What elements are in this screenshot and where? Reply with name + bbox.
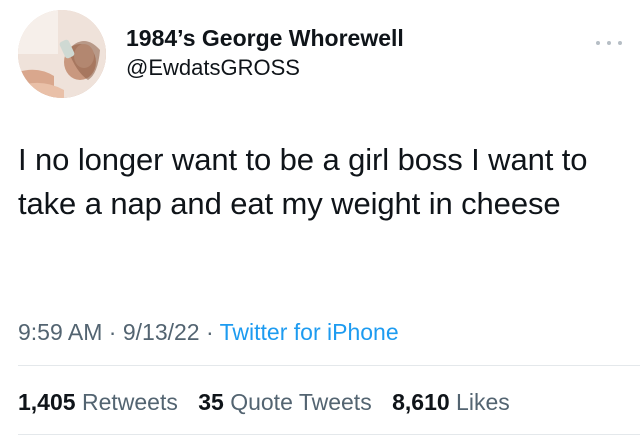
retweets-label: Retweets: [81, 389, 178, 415]
retweets-stat[interactable]: 1,405 Retweets: [18, 388, 178, 416]
tweet-time[interactable]: 9:59 AM: [18, 319, 102, 345]
likes-stat[interactable]: 8,610 Likes: [392, 388, 510, 416]
meta-separator: ·: [108, 319, 117, 345]
retweets-count: 1,405: [18, 389, 76, 415]
likes-count: 8,610: [392, 389, 450, 415]
divider: [18, 434, 640, 435]
divider: [18, 365, 640, 366]
more-dot: [596, 41, 600, 45]
tweet-date[interactable]: 9/13/22: [123, 319, 200, 345]
display-name[interactable]: 1984’s George Whorewell: [126, 24, 404, 52]
user-handle[interactable]: @EwdatsGROSS: [126, 54, 404, 82]
tweet-text: I no longer want to be a girl boss I wan…: [18, 142, 588, 221]
tweet-card: 1984’s George Whorewell @EwdatsGROSS I n…: [0, 0, 640, 437]
likes-label: Likes: [456, 389, 510, 415]
engagement-stats: 1,405 Retweets 35 Quote Tweets 8,610 Lik…: [18, 388, 524, 416]
author-block: 1984’s George Whorewell @EwdatsGROSS: [126, 24, 404, 82]
tweet-source-link[interactable]: Twitter for iPhone: [220, 319, 399, 345]
more-horizontal-icon[interactable]: [596, 38, 622, 48]
quote-tweets-stat[interactable]: 35 Quote Tweets: [198, 388, 371, 416]
tweet-meta: 9:59 AM · 9/13/22 · Twitter for iPhone: [18, 318, 399, 346]
quote-tweets-count: 35: [198, 389, 224, 415]
more-dot: [618, 41, 622, 45]
tweet-header: 1984’s George Whorewell @EwdatsGROSS: [18, 10, 622, 100]
avatar-photo: [18, 10, 106, 98]
more-dot: [607, 41, 611, 45]
avatar[interactable]: [18, 10, 106, 98]
meta-separator: ·: [205, 319, 214, 345]
quote-tweets-label: Quote Tweets: [230, 389, 372, 415]
